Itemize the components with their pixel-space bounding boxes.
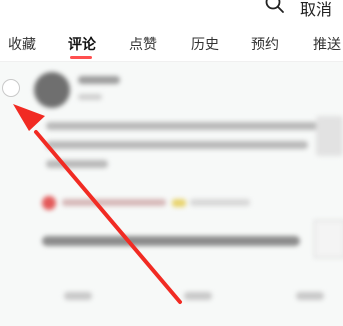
tab-push[interactable]: 推送 [313,34,341,54]
top-bar: 取消 [0,0,343,22]
side-card [316,116,343,156]
tab-likes[interactable]: 点赞 [129,34,157,54]
source-meta [190,199,250,206]
source-title [62,199,166,206]
tab-reservations[interactable]: 预约 [251,34,279,54]
active-tab-indicator [70,56,92,59]
action-row [0,292,343,312]
tab-history[interactable]: 历史 [191,34,219,54]
source-badge [172,199,186,207]
cancel-button[interactable]: 取消 [300,0,332,20]
tab-comments[interactable]: 评论 [68,34,96,54]
share-action[interactable] [64,292,92,300]
comment-text-line [46,160,108,168]
quoted-article-thumbnail [314,220,343,258]
select-checkbox[interactable] [2,79,20,97]
quoted-article-title [42,236,300,246]
comment-text-line [46,122,318,130]
search-icon[interactable] [265,0,285,14]
avatar [34,72,70,108]
like-action[interactable] [296,292,324,300]
source-icon [42,196,56,210]
timestamp-placeholder [78,94,102,100]
comment-text-line [46,141,308,149]
tab-favorites[interactable]: 收藏 [8,34,36,54]
tab-bar: 收藏 评论 点赞 历史 预约 推送 [0,30,343,62]
username-placeholder [78,76,120,84]
comment-action[interactable] [184,292,212,300]
